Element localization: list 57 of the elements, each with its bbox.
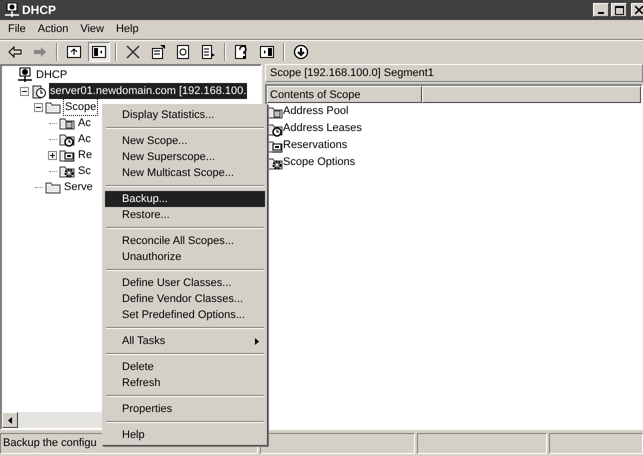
collapse-icon[interactable] xyxy=(20,86,29,96)
close-icon xyxy=(635,6,643,14)
list-item[interactable]: Scope Options xyxy=(283,154,356,171)
menu-item[interactable]: Backup... xyxy=(105,191,265,207)
tree-item[interactable]: server01.newdomain.com [192.168.100. xyxy=(49,82,248,100)
column-header[interactable]: Contents of Scope xyxy=(267,86,422,103)
menu-item[interactable]: New Scope... xyxy=(105,133,265,149)
collapse-icon[interactable] xyxy=(34,102,43,112)
menu-item[interactable]: Properties xyxy=(105,401,265,417)
tree-pane-icon xyxy=(91,44,107,60)
delete-icon xyxy=(125,44,141,60)
close-button[interactable] xyxy=(631,3,643,17)
menu-item[interactable]: Help xyxy=(110,21,145,38)
list-item[interactable]: Address Leases xyxy=(283,120,362,137)
menu-item[interactable]: Unauthorize xyxy=(105,249,265,265)
tree-item[interactable]: Ac xyxy=(77,114,92,132)
export-list-icon xyxy=(200,44,216,60)
list-item[interactable]: Reservations xyxy=(283,137,348,154)
server-icon xyxy=(31,83,47,99)
pane-title: Scope [192.168.100.0] Segment1 xyxy=(265,64,643,82)
left-arrow-icon xyxy=(8,416,12,424)
expand-icon[interactable] xyxy=(48,150,57,160)
menu-item[interactable]: Refresh xyxy=(105,375,265,391)
menu-item[interactable]: Define Vendor Classes... xyxy=(105,291,265,307)
menu-item[interactable]: Define User Classes... xyxy=(105,275,265,291)
tree-item[interactable]: DHCP xyxy=(35,66,68,84)
window-title: DHCP xyxy=(22,2,56,19)
list-item[interactable]: Address Pool xyxy=(283,103,348,120)
column-header[interactable] xyxy=(422,86,641,103)
tree-item[interactable]: Ac xyxy=(77,130,92,148)
minimize-button[interactable] xyxy=(593,3,609,17)
menu-item[interactable]: Delete xyxy=(105,359,265,375)
tree-item[interactable]: Sc xyxy=(77,162,92,180)
properties-icon xyxy=(150,44,166,60)
scroll-left-button[interactable] xyxy=(2,412,18,428)
up-folder-icon xyxy=(66,44,82,60)
tree-item[interactable]: Scope xyxy=(63,98,98,116)
menu-item[interactable]: New Superscope... xyxy=(105,149,265,165)
tree-button[interactable] xyxy=(88,42,110,62)
down-arrow-circle-icon xyxy=(293,44,309,60)
menu-item[interactable]: Display Statistics... xyxy=(105,107,265,123)
menu-item[interactable]: Restore... xyxy=(105,207,265,223)
app-icon xyxy=(4,3,20,17)
tree-item[interactable]: Serve xyxy=(63,178,94,196)
menu-item[interactable]: Reconcile All Scopes... xyxy=(105,233,265,249)
action-pane-icon xyxy=(259,44,275,60)
back-arrow-icon xyxy=(7,44,23,60)
menu-item[interactable]: New Multicast Scope... xyxy=(105,165,265,181)
menu-item[interactable]: Set Predefined Options... xyxy=(105,307,265,323)
menu-item[interactable]: Action xyxy=(32,21,74,38)
refresh-icon xyxy=(175,44,191,60)
menu-item[interactable]: View xyxy=(74,21,110,38)
menu-item[interactable]: File xyxy=(2,21,32,38)
maximize-button[interactable] xyxy=(611,3,627,17)
maximize-icon xyxy=(614,6,624,14)
tree-item[interactable]: Re xyxy=(77,146,94,164)
menu-item[interactable]: All Tasks xyxy=(105,333,265,349)
